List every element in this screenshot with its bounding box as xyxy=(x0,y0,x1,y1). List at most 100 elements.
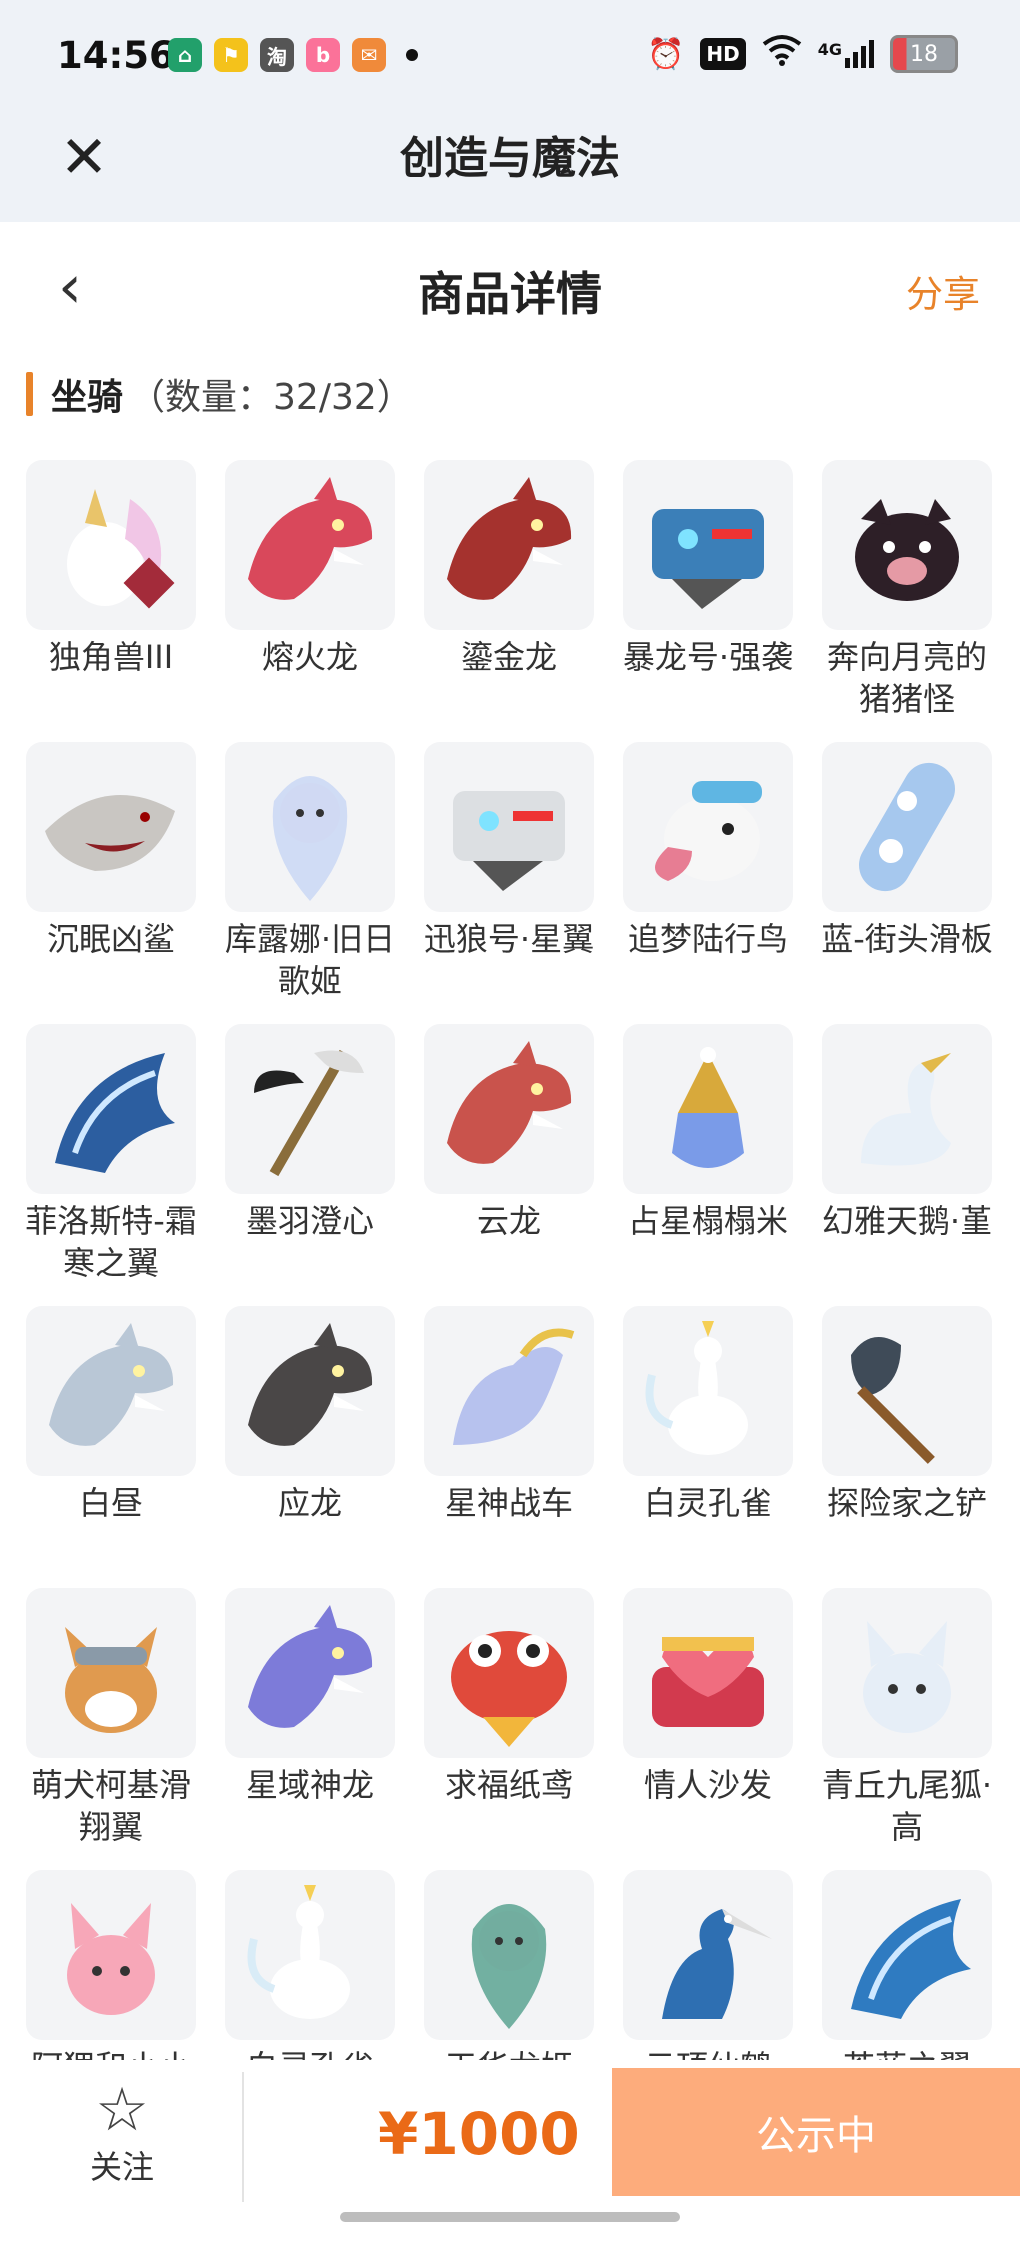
mount-item[interactable]: 追梦陆行鸟 xyxy=(623,742,793,1024)
mount-item[interactable]: 奔向月亮的猪猪怪 xyxy=(822,460,992,742)
follow-button[interactable]: ☆ 关注 xyxy=(82,2080,162,2188)
mount-item[interactable]: 阿狸和小小云·高 xyxy=(26,1870,196,2060)
mount-item[interactable]: 情人沙发 xyxy=(623,1588,793,1870)
mount-item-name: 墨羽澄心 xyxy=(245,1202,374,1240)
fairy-icon xyxy=(424,1870,594,2040)
mount-item[interactable]: 应龙 xyxy=(225,1306,395,1588)
follow-label: 关注 xyxy=(89,2148,154,2186)
status-bar: 14:56 ⌂ ⚑ 淘 b ✉ ⏰ HD 4G 18 xyxy=(0,0,1020,112)
mount-item-name: 白昼 xyxy=(78,1484,143,1522)
mount-item[interactable]: 暴龙号·强袭 xyxy=(623,460,793,742)
signal-icon: 4G xyxy=(818,40,874,68)
star-icon: ☆ xyxy=(95,2075,149,2145)
mount-item[interactable]: 熔火龙 xyxy=(225,460,395,742)
shovel-icon xyxy=(822,1306,992,1476)
mount-item[interactable]: 占星榻榻米 xyxy=(623,1024,793,1306)
dragon-icon xyxy=(225,1306,395,1476)
mount-item[interactable]: 墨羽澄心 xyxy=(225,1024,395,1306)
section-accent-bar xyxy=(26,372,33,416)
status-button[interactable]: 公示中 xyxy=(612,2068,1020,2196)
taobao-app-icon: 淘 xyxy=(260,38,294,72)
dragon-icon xyxy=(26,1306,196,1476)
mount-item[interactable]: 迅狼号·星翼 xyxy=(424,742,594,1024)
price: ¥1000 xyxy=(378,2100,580,2168)
mount-item[interactable]: 幻雅天鹅·堇 xyxy=(822,1024,992,1306)
mount-item[interactable]: 云顶仙鹤 xyxy=(623,1870,793,2060)
mount-item[interactable]: 求福纸鸢 xyxy=(424,1588,594,1870)
mount-item-name: 苍蓝之翼 xyxy=(812,2046,996,2060)
mount-item-name: 熔火龙 xyxy=(261,638,358,676)
wifi-icon xyxy=(762,34,802,74)
mount-item[interactable]: 云龙 xyxy=(424,1024,594,1306)
wing-icon xyxy=(822,1870,992,2040)
mount-item-name: 阿狸和小小云·高 xyxy=(26,2046,206,2060)
mount-item-name: 探险家之铲 xyxy=(826,1484,987,1522)
mount-item[interactable]: 天华龙姬 xyxy=(424,1870,594,2060)
mount-item-name: 求福纸鸢 xyxy=(444,1766,573,1804)
mech-icon xyxy=(623,460,793,630)
mount-item[interactable]: 菲洛斯特-霜寒之翼 xyxy=(26,1024,197,1306)
fairy-icon xyxy=(225,742,395,912)
dragon-icon xyxy=(225,460,395,630)
mount-item-name: 应龙 xyxy=(277,1484,342,1522)
mount-item-name: 青丘九尾狐·高 xyxy=(821,1766,993,1846)
mount-item[interactable]: 白灵孔雀 xyxy=(225,1870,395,2060)
mount-item-name: 迅狼号·星翼 xyxy=(423,920,595,958)
mount-item-name: 库露娜·旧日歌姬 xyxy=(224,920,396,1000)
mount-item-name: 蓝-街头滑板 xyxy=(821,920,993,958)
section-count: （数量：32/32） xyxy=(129,377,413,418)
mount-item[interactable]: 探险家之铲 xyxy=(822,1306,992,1588)
home-app-icon: ⌂ xyxy=(168,38,202,72)
mount-item-name: 星域神龙 xyxy=(245,1766,374,1804)
swan-icon xyxy=(822,1024,992,1194)
clock: 14:56 xyxy=(57,34,175,77)
mount-item[interactable]: 星域神龙 xyxy=(225,1588,395,1870)
dragon-icon xyxy=(225,1588,395,1758)
mount-item-name: 萌犬柯基滑翔翼 xyxy=(30,1766,191,1846)
item-grid: 独角兽III 熔火龙 鎏金龙 暴龙号·强袭 奔向月亮的猪猪怪沉眠凶鲨 库露娜·旧日歌姬 迅狼… xyxy=(26,460,996,2060)
sofa-icon xyxy=(623,1588,793,1758)
hd-icon: HD xyxy=(700,38,746,70)
mount-item[interactable]: 蓝-街头滑板 xyxy=(821,742,993,1024)
mount-item[interactable]: 鎏金龙 xyxy=(424,460,594,742)
mount-item-name: 云顶仙鹤 xyxy=(613,2046,803,2060)
home-indicator[interactable] xyxy=(340,2212,680,2222)
mount-item[interactable]: 苍蓝之翼 xyxy=(822,1870,992,2060)
peacock-icon xyxy=(225,1870,395,2040)
horse-icon xyxy=(424,1306,594,1476)
mount-item-name: 幻雅天鹅·堇 xyxy=(821,1202,993,1240)
mount-item[interactable]: 萌犬柯基滑翔翼 xyxy=(26,1588,196,1870)
notification-icons: ⌂ ⚑ 淘 b ✉ xyxy=(168,38,418,72)
mount-item[interactable]: 沉眠凶鲨 xyxy=(26,742,196,1024)
page-title: 商品详情 xyxy=(418,267,602,321)
mount-item[interactable]: 独角兽III xyxy=(26,460,196,742)
mount-item[interactable]: 白灵孔雀 xyxy=(623,1306,793,1588)
mount-item-name: 菲洛斯特-霜寒之翼 xyxy=(26,1202,197,1282)
mount-item-name: 白灵孔雀 xyxy=(643,1484,772,1522)
bird-icon xyxy=(623,742,793,912)
page-header: ‹ 商品详情 分享 xyxy=(0,222,1020,352)
dragon-icon xyxy=(424,1024,594,1194)
mount-item[interactable]: 白昼 xyxy=(26,1306,196,1588)
mount-item-name: 暴龙号·强袭 xyxy=(622,638,794,676)
mount-item-name: 独角兽III xyxy=(48,638,174,676)
mount-item[interactable]: 青丘九尾狐·高 xyxy=(822,1588,992,1870)
mount-item-name: 鎏金龙 xyxy=(460,638,557,676)
app-bar: ✕ 创造与魔法 xyxy=(0,112,1020,222)
network-type-label: 4G xyxy=(817,40,842,59)
mount-item-name: 追梦陆行鸟 xyxy=(627,920,788,958)
mech-icon xyxy=(424,742,594,912)
more-notifications-icon xyxy=(406,49,418,61)
section-label: 坐骑 xyxy=(51,377,124,418)
divider xyxy=(242,2072,244,2202)
fish-icon xyxy=(424,1588,594,1758)
skateboard-icon xyxy=(822,742,992,912)
mount-item[interactable]: 星神战车 xyxy=(424,1306,594,1588)
share-button[interactable]: 分享 xyxy=(906,264,980,318)
orb-icon xyxy=(623,1024,793,1194)
top-area: 14:56 ⌂ ⚑ 淘 b ✉ ⏰ HD 4G 18 ✕ 创造与魔法 xyxy=(0,0,1020,222)
crane-icon xyxy=(623,1870,793,2040)
fox-icon xyxy=(26,1870,196,2040)
mount-item[interactable]: 库露娜·旧日歌姬 xyxy=(225,742,395,1024)
mount-item-name: 情人沙发 xyxy=(643,1766,772,1804)
